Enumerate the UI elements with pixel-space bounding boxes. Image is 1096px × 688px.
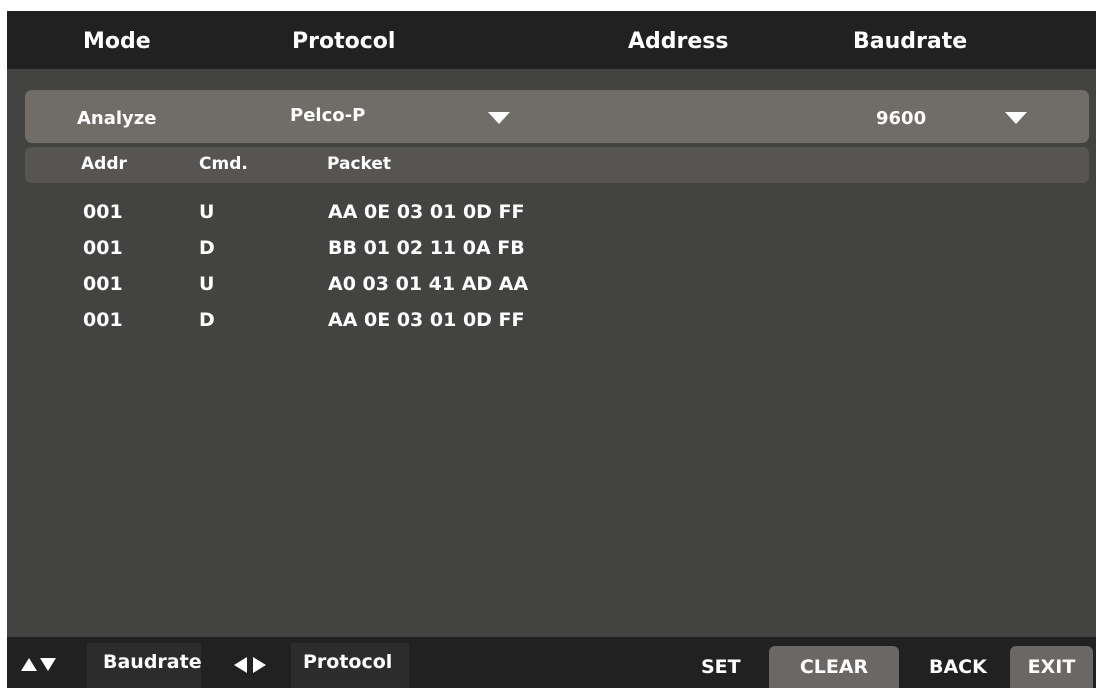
analyzer-screen: Mode Protocol Address Baudrate Analyze P… — [7, 11, 1096, 688]
clear-button[interactable]: CLEAR — [769, 646, 899, 688]
row-cmd: U — [199, 201, 215, 223]
right-arrow-icon — [253, 657, 266, 673]
list-item: 001 D BB 01 02 11 0A FB — [7, 233, 1096, 269]
row-addr: 001 — [83, 273, 123, 295]
down-arrow-icon — [40, 658, 56, 671]
protocol-hint-label: Protocol — [303, 651, 393, 673]
column-addr: Addr — [81, 154, 127, 174]
header-mode: Mode — [83, 29, 151, 54]
mode-value[interactable]: Analyze — [77, 108, 156, 129]
header-baudrate: Baudrate — [853, 29, 968, 54]
list-item: 001 D AA 0E 03 01 0D FF — [7, 305, 1096, 341]
protocol-dropdown-icon[interactable] — [488, 112, 510, 124]
protocol-select[interactable]: Pelco-P — [290, 105, 365, 126]
left-arrow-icon — [234, 657, 247, 673]
row-packet: AA 0E 03 01 0D FF — [328, 201, 525, 223]
row-cmd: D — [199, 309, 215, 331]
up-arrow-icon — [21, 658, 37, 671]
baudrate-select[interactable]: 9600 — [876, 108, 926, 129]
header-address: Address — [628, 29, 729, 54]
baudrate-dropdown-icon[interactable] — [1005, 112, 1027, 124]
back-button[interactable]: BACK — [929, 646, 987, 688]
row-packet: AA 0E 03 01 0D FF — [328, 309, 525, 331]
row-cmd: D — [199, 237, 215, 259]
column-header-bar: Addr Cmd. Packet — [25, 147, 1089, 183]
row-addr: 001 — [83, 309, 123, 331]
list-item: 001 U AA 0E 03 01 0D FF — [7, 197, 1096, 233]
exit-button[interactable]: EXIT — [1010, 646, 1093, 688]
packet-list: 001 U AA 0E 03 01 0D FF 001 D BB 01 02 1… — [7, 197, 1096, 341]
baudrate-hint: Baudrate — [87, 643, 202, 688]
list-item: 001 U A0 03 01 41 AD AA — [7, 269, 1096, 305]
row-cmd: U — [199, 273, 215, 295]
header-bar: Mode Protocol Address Baudrate — [7, 11, 1096, 69]
row-packet: BB 01 02 11 0A FB — [328, 237, 525, 259]
header-protocol: Protocol — [292, 29, 396, 54]
column-cmd: Cmd. — [199, 154, 248, 174]
baudrate-hint-label: Baudrate — [103, 651, 202, 673]
protocol-hint: Protocol — [291, 643, 409, 688]
selection-bar: Analyze Pelco-P 9600 — [25, 90, 1089, 143]
footer-bar: Baudrate Protocol SET CLEAR BACK EXIT — [7, 637, 1096, 688]
column-packet: Packet — [327, 154, 392, 174]
row-packet: A0 03 01 41 AD AA — [328, 273, 529, 295]
row-addr: 001 — [83, 201, 123, 223]
set-button[interactable]: SET — [701, 646, 741, 688]
row-addr: 001 — [83, 237, 123, 259]
